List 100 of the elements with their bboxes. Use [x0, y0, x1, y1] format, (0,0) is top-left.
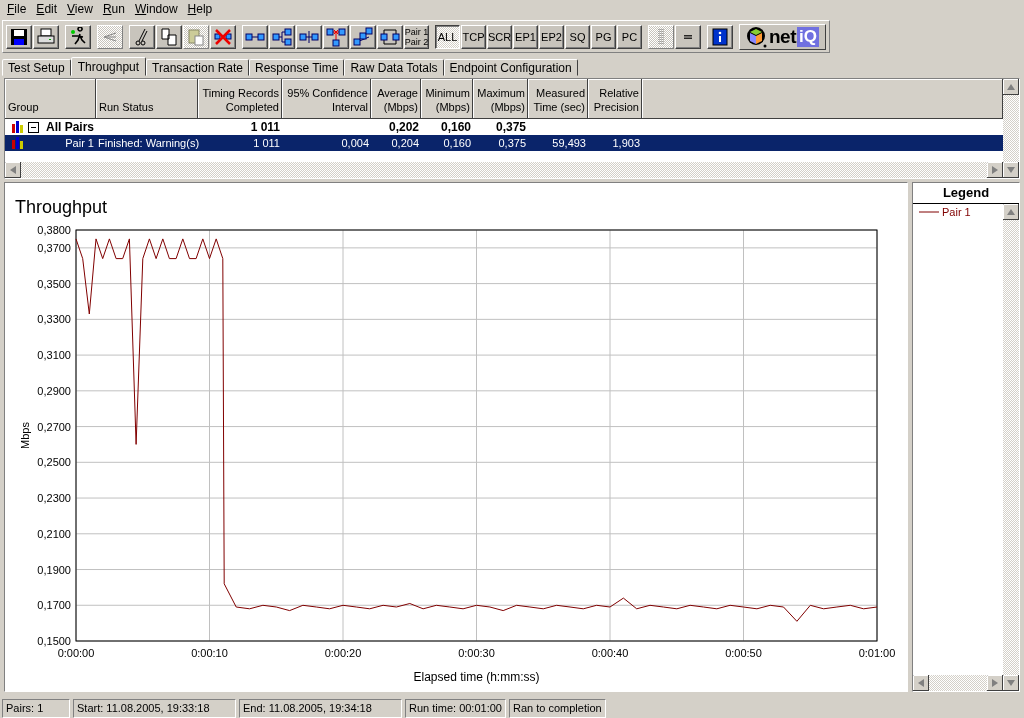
- collapse-toggle[interactable]: [28, 121, 39, 133]
- menu-item[interactable]: View: [62, 1, 98, 16]
- column-header[interactable]: Minimum (Mbps): [421, 79, 473, 120]
- broken-icon: [326, 26, 346, 47]
- filter-button[interactable]: TCP: [461, 24, 486, 49]
- run-button[interactable]: [65, 24, 91, 49]
- y-tick-label: 0,2700: [37, 420, 71, 433]
- tab[interactable]: Endpoint Configuration: [443, 59, 578, 77]
- cut-button[interactable]: [129, 24, 155, 49]
- x-tick-label: 0:00:30: [458, 647, 495, 659]
- x-tick-label: 0:00:40: [591, 647, 629, 659]
- tab[interactable]: Response Time: [249, 59, 345, 77]
- table-cell: Finished: Warning(s): [98, 137, 200, 150]
- table-row[interactable]: All Pairs 1 011 0,202 0,160 0,375: [5, 119, 1003, 136]
- filter-button[interactable]: ALL: [435, 24, 460, 49]
- x-axis-label: Elapsed time (h:mm:ss): [413, 670, 540, 684]
- filter-button[interactable]: SCR: [487, 24, 512, 49]
- scroll-arrow-icon[interactable]: [1003, 162, 1019, 178]
- table-row[interactable]: Pair 1 Finished: Warning(s) 1 011 0,004 0,204 0,160 0,375 59,493 1,903: [5, 135, 1003, 152]
- lines-button[interactable]: [675, 24, 701, 49]
- status-field: Ran to completion: [508, 699, 606, 718]
- table-cell: 0,004: [341, 137, 369, 150]
- menu-item[interactable]: Help: [182, 1, 218, 16]
- scroll-arrow-icon[interactable]: [913, 675, 929, 691]
- mesh-button[interactable]: [350, 24, 376, 49]
- vertical-scrollbar[interactable]: [1003, 204, 1019, 691]
- horizontal-scrollbar[interactable]: [913, 675, 1003, 691]
- pair-button[interactable]: [242, 24, 268, 49]
- copy-button[interactable]: [156, 24, 182, 49]
- scroll-arrow-icon[interactable]: [1003, 204, 1019, 220]
- table-cell: 1 011: [253, 137, 280, 150]
- lines-icon: [684, 34, 692, 39]
- column-header[interactable]: Run Status: [96, 79, 198, 120]
- broken-button[interactable]: [323, 24, 349, 49]
- vertical-scrollbar[interactable]: [1003, 79, 1019, 178]
- logo: netiQ: [739, 23, 826, 50]
- info-icon: [710, 26, 730, 47]
- y-tick-label: 0,1700: [37, 599, 71, 612]
- tab[interactable]: Throughput: [70, 57, 147, 77]
- info-button[interactable]: [707, 24, 733, 49]
- print-button[interactable]: [33, 24, 59, 49]
- chart-title: Throughput: [15, 197, 108, 217]
- branch-button[interactable]: [269, 24, 295, 49]
- table-cell: 0,204: [391, 137, 419, 150]
- filter-button[interactable]: SQ: [565, 24, 590, 49]
- y-tick-label: 0,3500: [37, 277, 71, 290]
- scroll-arrow-icon[interactable]: [1003, 79, 1019, 96]
- loop-icon: [380, 26, 400, 47]
- branch-icon: [272, 26, 292, 47]
- filter-button[interactable]: EP2: [539, 24, 564, 49]
- y-tick-label: 0,1900: [37, 563, 71, 576]
- mesh-icon: [353, 26, 373, 47]
- status-field: Start: 11.08.2005, 19:33:18: [73, 699, 236, 718]
- y-tick-label: 0,3800: [37, 224, 71, 236]
- table-cell: 0,375: [495, 120, 526, 135]
- menu-item[interactable]: Window: [129, 1, 183, 16]
- y-tick-label: 0,1500: [37, 635, 71, 647]
- scroll-arrow-icon[interactable]: [1003, 675, 1019, 691]
- horizontal-scrollbar[interactable]: [5, 162, 1003, 178]
- delete-button[interactable]: [210, 24, 236, 49]
- filter-button[interactable]: PG: [591, 24, 616, 49]
- scroll-arrow-icon[interactable]: [987, 162, 1003, 178]
- loop-button[interactable]: [377, 24, 403, 49]
- tab[interactable]: Transaction Rate: [146, 59, 250, 77]
- filter-button[interactable]: PC: [617, 24, 642, 49]
- column-header[interactable]: 95% Confidence Interval: [282, 79, 371, 120]
- x-tick-label: 0:01:00: [858, 647, 896, 659]
- menu-item[interactable]: Run: [97, 1, 130, 16]
- y-tick-label: 0,2300: [37, 492, 71, 505]
- x-tick-label: 0:00:10: [191, 647, 228, 659]
- column-header[interactable]: Average (Mbps): [371, 79, 421, 120]
- scroll-arrow-icon[interactable]: [5, 162, 21, 178]
- y-tick-label: 0,2500: [37, 456, 71, 469]
- menu-item[interactable]: File: [2, 1, 32, 16]
- y-tick-label: 0,2100: [37, 527, 71, 540]
- column-header[interactable]: Relative Precision: [588, 79, 642, 120]
- filter-button[interactable]: EP1: [513, 24, 538, 49]
- column-header[interactable]: Measured Time (sec): [528, 79, 588, 120]
- table-cell: Pair 1: [65, 137, 94, 150]
- scroll-arrow-icon[interactable]: [987, 675, 1003, 691]
- status-field: Pairs: 1: [2, 699, 70, 718]
- bar-chart-icon: [11, 121, 25, 134]
- tab[interactable]: Test Setup: [2, 59, 71, 77]
- save-button[interactable]: [6, 24, 32, 49]
- x-tick-label: 0:00:50: [725, 647, 762, 659]
- table-cell: 0,375: [498, 137, 526, 150]
- column-header[interactable]: Timing Records Completed: [198, 79, 282, 120]
- save-icon: [9, 26, 29, 47]
- print-icon: [36, 26, 56, 47]
- x-tick-label: 0:00:20: [324, 647, 362, 659]
- tab[interactable]: Raw Data Totals: [344, 59, 444, 77]
- table-cell: 0,202: [388, 120, 419, 135]
- column-header[interactable]: Maximum (Mbps): [473, 79, 528, 120]
- filter-button[interactable]: Pair 1 Pair 2: [404, 24, 429, 49]
- table-cell: 0,160: [440, 120, 471, 135]
- merge-button[interactable]: [296, 24, 322, 49]
- column-header[interactable]: Group: [5, 79, 96, 120]
- x-tick-label: 0:00:00: [57, 647, 95, 659]
- bar-chart-icon: [11, 137, 25, 150]
- menu-item[interactable]: Edit: [31, 1, 63, 16]
